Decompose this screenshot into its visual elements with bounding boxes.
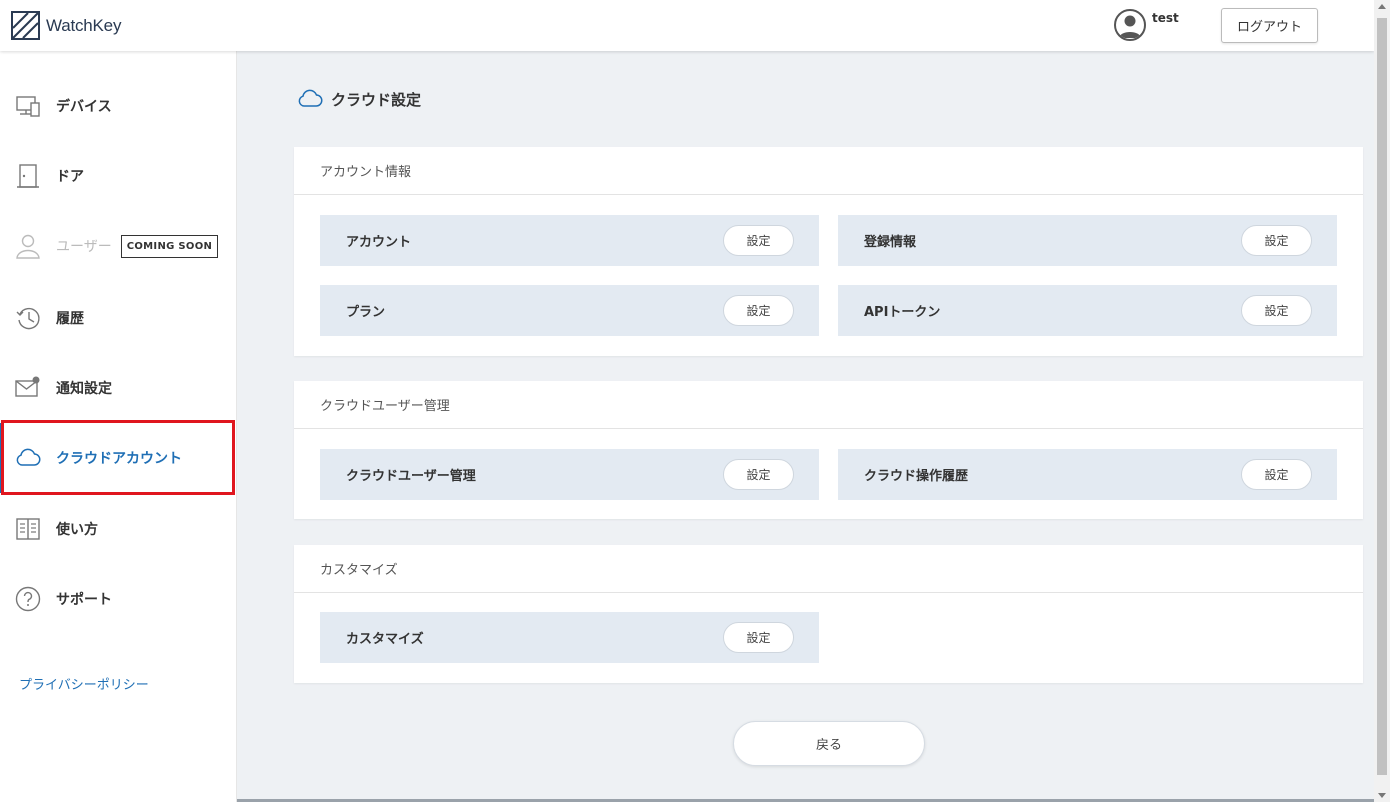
sidebar-item-label: 通知設定 xyxy=(56,381,112,397)
watchkey-logo-icon xyxy=(11,11,40,40)
door-icon xyxy=(15,163,41,189)
sidebar-item-label: クラウドアカウント xyxy=(56,451,182,467)
sidebar-item-notifications[interactable]: 通知設定 xyxy=(0,353,237,423)
registration-settings-button[interactable]: 設定 xyxy=(1241,225,1312,256)
section-customize: カスタマイズ カスタマイズ 設定 xyxy=(294,545,1363,683)
device-icon xyxy=(15,93,41,119)
sidebar-item-label: 使い方 xyxy=(56,522,98,538)
sidebar: デバイス ドア ユーザー COMING SOON 履歴 通知設定 クラウドアカウ… xyxy=(0,51,237,802)
cloud-history-settings-button[interactable]: 設定 xyxy=(1241,459,1312,490)
section-header: カスタマイズ xyxy=(294,545,1363,593)
cloud-users-settings-button[interactable]: 設定 xyxy=(723,459,794,490)
setting-label: カスタマイズ xyxy=(346,632,424,647)
setting-label: APIトークン xyxy=(864,305,941,320)
setting-label: アカウント xyxy=(346,235,412,250)
setting-row-cloud-users: クラウドユーザー管理 設定 xyxy=(320,449,819,500)
setting-row-cloud-history: クラウド操作履歴 設定 xyxy=(838,449,1337,500)
app-logo[interactable]: WatchKey xyxy=(11,11,121,40)
setting-label: クラウドユーザー管理 xyxy=(346,469,476,484)
page-title-text: クラウド設定 xyxy=(331,90,422,109)
customize-settings-button[interactable]: 設定 xyxy=(723,622,794,653)
setting-row-account: アカウント 設定 xyxy=(320,215,819,266)
scroll-up-icon[interactable] xyxy=(1378,4,1386,9)
sidebar-item-support[interactable]: サポート xyxy=(0,564,237,634)
setting-row-plan: プラン 設定 xyxy=(320,285,819,336)
sidebar-item-history[interactable]: 履歴 xyxy=(0,283,237,353)
privacy-policy-link[interactable]: プライバシーポリシー xyxy=(19,674,149,693)
setting-row-api-token: APIトークン 設定 xyxy=(838,285,1337,336)
coming-soon-badge: COMING SOON xyxy=(120,234,219,258)
plan-settings-button[interactable]: 設定 xyxy=(723,295,794,326)
sidebar-item-label: ドア xyxy=(56,169,84,185)
scroll-down-icon[interactable] xyxy=(1378,793,1386,798)
sidebar-item-label: サポート xyxy=(56,592,112,608)
mail-icon xyxy=(15,375,41,401)
sidebar-item-howto[interactable]: 使い方 xyxy=(0,494,237,564)
setting-row-customize: カスタマイズ 設定 xyxy=(320,612,819,663)
avatar xyxy=(1114,9,1146,41)
setting-label: 登録情報 xyxy=(864,235,917,250)
setting-row-registration: 登録情報 設定 xyxy=(838,215,1337,266)
sidebar-item-devices[interactable]: デバイス xyxy=(0,71,237,141)
cloud-icon xyxy=(298,89,323,107)
user-icon xyxy=(15,233,41,259)
logo-text: WatchKey xyxy=(46,15,122,35)
setting-label: クラウド操作履歴 xyxy=(864,469,969,484)
cloud-icon xyxy=(15,445,41,471)
sidebar-item-cloud-account[interactable]: クラウドアカウント xyxy=(0,423,237,493)
sidebar-item-label: デバイス xyxy=(56,99,112,115)
sidebar-item-doors[interactable]: ドア xyxy=(0,141,237,211)
sidebar-item-label: ユーザー xyxy=(56,239,112,255)
book-icon xyxy=(15,516,41,542)
section-header: アカウント情報 xyxy=(294,147,1363,195)
sidebar-item-label: 履歴 xyxy=(56,311,84,327)
app-header: WatchKey test ログアウト xyxy=(0,0,1374,51)
vertical-scrollbar[interactable] xyxy=(1374,0,1390,802)
section-cloud-user-management: クラウドユーザー管理 クラウドユーザー管理 設定 クラウド操作履歴 設定 xyxy=(294,381,1363,519)
user-avatar-icon xyxy=(1119,15,1141,38)
logout-button[interactable]: ログアウト xyxy=(1221,8,1318,43)
api-token-settings-button[interactable]: 設定 xyxy=(1241,295,1312,326)
scroll-thumb[interactable] xyxy=(1377,18,1387,775)
section-header: クラウドユーザー管理 xyxy=(294,381,1363,429)
help-icon xyxy=(15,586,41,612)
user-name: test xyxy=(1152,11,1179,25)
account-settings-button[interactable]: 設定 xyxy=(723,225,794,256)
sidebar-item-users: ユーザー COMING SOON xyxy=(0,211,237,281)
history-icon xyxy=(15,305,41,331)
page-title: クラウド設定 xyxy=(297,86,421,112)
setting-label: プラン xyxy=(346,305,386,320)
user-menu[interactable]: test xyxy=(1114,9,1179,41)
back-button[interactable]: 戻る xyxy=(733,721,925,766)
section-account-info: アカウント情報 アカウント 設定 登録情報 設定 プラン 設定 APIトークン … xyxy=(294,147,1363,356)
